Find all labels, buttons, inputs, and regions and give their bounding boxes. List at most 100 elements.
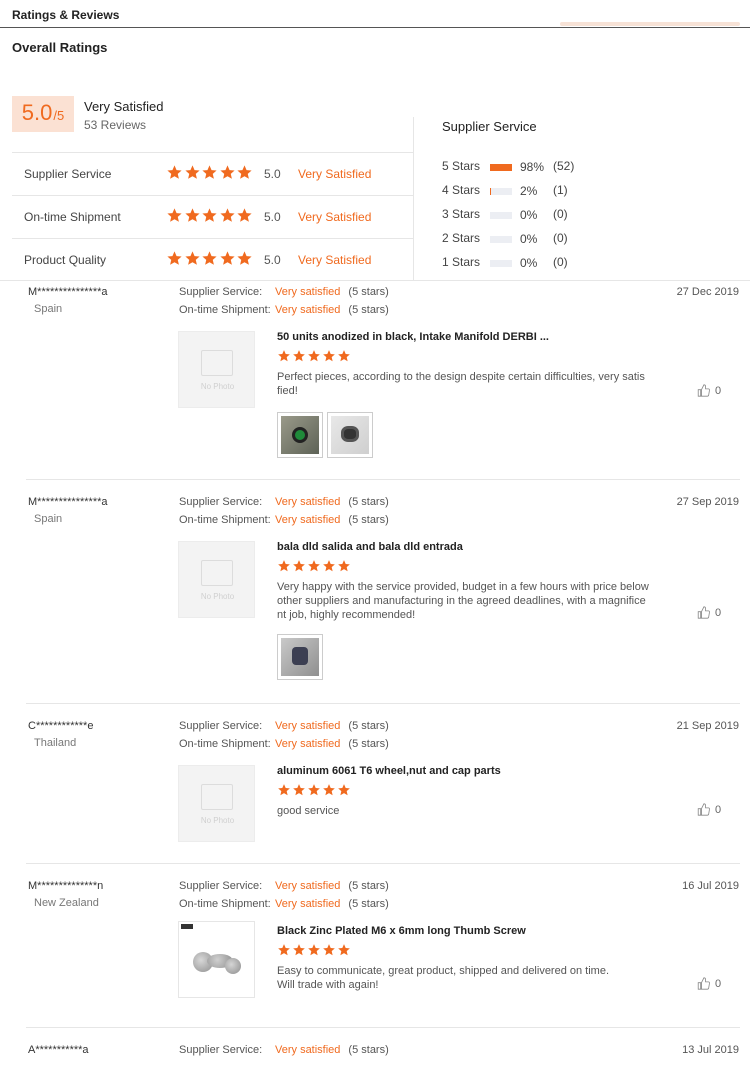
product-title-link[interactable]: bala dld salida and bala dld entrada bbox=[277, 541, 463, 553]
star-icon bbox=[184, 164, 201, 181]
reviewer-name: M***************a bbox=[28, 286, 108, 298]
breakdown-row[interactable]: 4 Stars 2% (1) bbox=[442, 183, 702, 201]
product-title-link[interactable]: aluminum 6061 T6 wheel,nut and cap parts bbox=[277, 765, 501, 777]
like-button[interactable]: 0 bbox=[697, 803, 721, 816]
section-title: Ratings & Reviews bbox=[12, 8, 120, 22]
like-button[interactable]: 0 bbox=[697, 606, 721, 619]
star-icon bbox=[166, 164, 183, 181]
review-date: 27 Dec 2019 bbox=[676, 286, 739, 298]
star-icon bbox=[292, 559, 307, 573]
like-count: 0 bbox=[715, 803, 722, 816]
ratings-table: Supplier Service 5.0 Very Satisfied On-t… bbox=[12, 152, 414, 280]
breakdown-row[interactable]: 2 Stars 0% (0) bbox=[442, 231, 702, 249]
stars-text: (5 stars) bbox=[348, 738, 389, 750]
breakdown-title: Supplier Service bbox=[442, 119, 537, 134]
review-image bbox=[281, 416, 319, 454]
breakdown-bar-fill bbox=[490, 164, 512, 171]
star-icon bbox=[337, 783, 352, 797]
like-button[interactable]: 0 bbox=[697, 977, 721, 990]
breakdown-bar bbox=[490, 260, 512, 267]
breakdown-percent: 0% bbox=[520, 232, 538, 246]
screw-head bbox=[225, 958, 241, 974]
review-comment: Easy to communicate, great product, ship… bbox=[277, 965, 610, 991]
review-date: 16 Jul 2019 bbox=[682, 880, 739, 892]
star-icon bbox=[292, 349, 307, 363]
breakdown-label: 1 Stars bbox=[442, 255, 481, 269]
product-title-link[interactable]: Black Zinc Plated M6 x 6mm long Thumb Sc… bbox=[277, 925, 526, 937]
on-time-shipment-key: On-time Shipment: bbox=[179, 514, 271, 526]
product-title-link[interactable]: 50 units anodized in black, Intake Manif… bbox=[277, 331, 549, 343]
review-stars bbox=[277, 783, 352, 797]
product-photo-tag bbox=[181, 924, 193, 929]
on-time-shipment-line: On-time Shipment: Very satisfied (5 stars) bbox=[179, 738, 389, 750]
breakdown-count: (52) bbox=[553, 159, 575, 173]
product-photo-placeholder[interactable]: No Photo bbox=[178, 541, 255, 618]
breakdown-percent: 0% bbox=[520, 208, 538, 222]
supplier-service-key: Supplier Service: bbox=[179, 1044, 263, 1056]
rating-row-supplier-service: Supplier Service 5.0 Very Satisfied bbox=[12, 153, 414, 196]
supplier-service-key: Supplier Service: bbox=[179, 286, 263, 298]
overall-score: 5.0 bbox=[21, 100, 53, 125]
review-stars bbox=[277, 559, 352, 573]
star-icon bbox=[277, 783, 292, 797]
rating-score: 5.0 bbox=[264, 167, 281, 181]
on-time-shipment-line: On-time Shipment: Very satisfied (5 stars) bbox=[179, 304, 389, 316]
review-date: 21 Sep 2019 bbox=[676, 720, 739, 732]
review-image-thumbnail[interactable] bbox=[277, 634, 323, 680]
review-separator bbox=[26, 479, 740, 480]
review-stars bbox=[277, 349, 352, 363]
breakdown-count: (0) bbox=[553, 207, 568, 221]
on-time-shipment-value: Very satisfied bbox=[275, 304, 341, 316]
product-photo[interactable] bbox=[178, 921, 255, 998]
review-date: 13 Jul 2019 bbox=[682, 1044, 739, 1056]
breakdown-count: (1) bbox=[553, 183, 568, 197]
breakdown-row[interactable]: 3 Stars 0% (0) bbox=[442, 207, 702, 225]
star-icon bbox=[166, 207, 183, 224]
product-photo-placeholder[interactable]: No Photo bbox=[178, 765, 255, 842]
supplier-service-line: Supplier Service: Very satisfied (5 stars) bbox=[179, 880, 389, 892]
thumbs-up-icon bbox=[697, 803, 710, 816]
supplier-service-line: Supplier Service: Very satisfied (5 stars) bbox=[179, 720, 389, 732]
vertical-divider bbox=[413, 117, 414, 280]
no-photo-label: No Photo bbox=[200, 592, 235, 601]
star-icon bbox=[184, 207, 201, 224]
supplier-service-line: Supplier Service: Very satisfied (5 stars) bbox=[179, 1044, 389, 1056]
on-time-shipment-key: On-time Shipment: bbox=[179, 304, 271, 316]
rating-label: Very Satisfied bbox=[298, 210, 372, 224]
review-image-thumbnail[interactable] bbox=[327, 412, 373, 458]
breakdown-row[interactable]: 5 Stars 98% (52) bbox=[442, 159, 702, 177]
review-comment: good service bbox=[277, 805, 340, 817]
on-time-shipment-value: Very satisfied bbox=[275, 738, 341, 750]
star-icon bbox=[201, 250, 218, 267]
star-icon bbox=[307, 943, 322, 957]
breakdown-label: 3 Stars bbox=[442, 207, 481, 221]
star-icon bbox=[277, 943, 292, 957]
product-photo-placeholder[interactable]: No Photo bbox=[178, 331, 255, 408]
image-placeholder-icon bbox=[201, 350, 233, 376]
star-icon bbox=[219, 164, 236, 181]
star-icon bbox=[292, 783, 307, 797]
on-time-shipment-key: On-time Shipment: bbox=[179, 898, 271, 910]
review-image-part bbox=[341, 426, 359, 442]
overall-ratings-title: Overall Ratings bbox=[12, 40, 108, 55]
stars-text: (5 stars) bbox=[348, 1044, 389, 1056]
supplier-service-value: Very satisfied bbox=[275, 496, 341, 508]
like-button[interactable]: 0 bbox=[697, 384, 721, 397]
review-image-thumbnail[interactable] bbox=[277, 412, 323, 458]
supplier-service-value: Very satisfied bbox=[275, 286, 341, 298]
rating-score: 5.0 bbox=[264, 253, 281, 267]
star-icon bbox=[277, 349, 292, 363]
star-icon bbox=[201, 164, 218, 181]
breakdown-count: (0) bbox=[553, 255, 568, 269]
rating-label: Very Satisfied bbox=[298, 167, 372, 181]
star-icon bbox=[322, 559, 337, 573]
review-stars bbox=[277, 943, 352, 957]
breakdown-percent: 98% bbox=[520, 160, 545, 174]
stars-text: (5 stars) bbox=[348, 514, 389, 526]
star-icon bbox=[322, 943, 337, 957]
star-icon bbox=[201, 207, 218, 224]
breakdown-row[interactable]: 1 Stars 0% (0) bbox=[442, 255, 702, 273]
star-icon bbox=[219, 250, 236, 267]
review-comment: Very happy with the service provided, bu… bbox=[277, 581, 649, 621]
supplier-service-key: Supplier Service: bbox=[179, 880, 263, 892]
